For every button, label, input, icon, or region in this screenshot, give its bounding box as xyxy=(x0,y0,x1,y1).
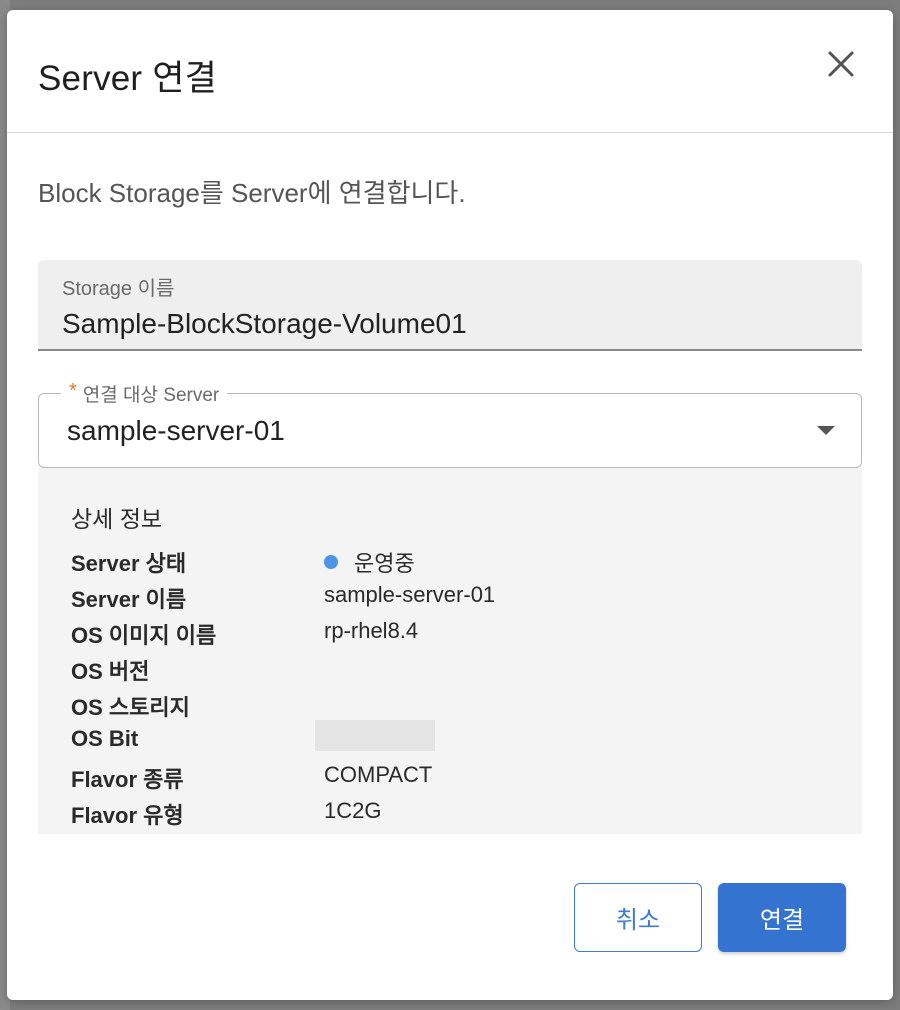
close-icon xyxy=(828,51,854,77)
detail-row-server-name: Server 이름 sample-server-01 xyxy=(71,582,831,612)
detail-row-os-storage: OS 스토리지 xyxy=(71,690,831,720)
server-detail-panel: 상세 정보 Server 상태 운영중 Server 이름 sample-ser… xyxy=(38,468,862,834)
os-bit-placeholder xyxy=(315,720,435,751)
dialog-description: Block Storage를 Server에 연결합니다. xyxy=(38,178,466,208)
detail-row-flavor-type: Flavor 유형 1C2G xyxy=(71,798,831,828)
detail-value: rp-rhel8.4 xyxy=(324,618,419,643)
detail-value: 1C2G xyxy=(324,798,382,823)
storage-name-field: Storage 이름 Sample-BlockStorage-Volume01 xyxy=(38,260,862,351)
required-mark: * xyxy=(69,380,77,402)
detail-key: Server 이름 xyxy=(71,587,187,612)
storage-name-label: Storage 이름 xyxy=(62,278,175,300)
detail-key: OS 스토리지 xyxy=(71,695,190,720)
dialog-title: Server 연결 xyxy=(38,59,218,98)
close-button[interactable] xyxy=(825,48,857,80)
detail-value: sample-server-01 xyxy=(324,582,496,607)
detail-title: 상세 정보 xyxy=(71,506,163,532)
detail-row-flavor-kind: Flavor 종류 COMPACT xyxy=(71,762,831,792)
target-server-select[interactable]: * 연결 대상 Server sample-server-01 xyxy=(38,380,862,468)
connect-server-dialog: Server 연결 Block Storage를 Server에 연결합니다. … xyxy=(7,10,893,1000)
detail-row-os-bit: OS Bit xyxy=(71,720,831,756)
detail-key: Server 상태 xyxy=(71,551,187,576)
detail-value: COMPACT xyxy=(324,762,433,787)
chevron-down-icon xyxy=(817,426,835,435)
detail-key: OS 이미지 이름 xyxy=(71,623,217,648)
detail-key: Flavor 유형 xyxy=(71,803,184,828)
cancel-button[interactable]: 취소 xyxy=(574,883,702,952)
detail-key: Flavor 종류 xyxy=(71,767,184,792)
target-server-label: * 연결 대상 Server xyxy=(61,380,228,407)
detail-key: OS Bit xyxy=(71,726,139,751)
detail-value: 운영중 xyxy=(324,546,415,578)
detail-row-os-version: OS 버전 xyxy=(71,654,831,684)
detail-row-os-image: OS 이미지 이름 rp-rhel8.4 xyxy=(71,618,831,648)
status-dot-icon xyxy=(324,555,338,569)
target-server-label-text: 연결 대상 Server xyxy=(82,385,220,406)
server-status-text: 운영중 xyxy=(354,551,415,576)
storage-name-value: Sample-BlockStorage-Volume01 xyxy=(62,308,467,339)
dialog-header: Server 연결 xyxy=(7,10,893,133)
detail-row-server-status: Server 상태 운영중 xyxy=(71,546,831,576)
target-server-value: sample-server-01 xyxy=(67,415,285,446)
connect-button[interactable]: 연결 xyxy=(718,883,846,952)
detail-key: OS 버전 xyxy=(71,659,150,684)
